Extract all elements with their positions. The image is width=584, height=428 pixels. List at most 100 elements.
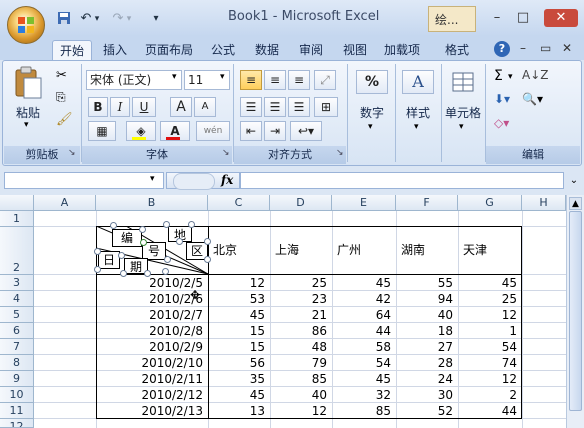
value-cell[interactable]: 13 (210, 403, 268, 419)
cut-icon[interactable]: ✂ (56, 68, 67, 83)
redo-dropdown-icon[interactable]: ▾ (124, 11, 134, 27)
minimize-button[interactable]: – (486, 9, 508, 27)
value-cell[interactable]: 30 (398, 387, 456, 403)
workbook-close-button[interactable]: ✕ (562, 41, 576, 55)
value-cell[interactable]: 15 (210, 339, 268, 355)
value-cell[interactable]: 28 (398, 355, 456, 371)
tab-view[interactable]: 视图 (338, 40, 372, 60)
value-cell[interactable]: 2 (460, 387, 520, 403)
formula-input[interactable] (240, 172, 564, 189)
selection-handle[interactable] (204, 256, 211, 263)
close-button[interactable]: ✕ (544, 9, 578, 27)
borders-button[interactable]: ▦ (88, 121, 116, 141)
find-select-icon[interactable]: 🔍▾ (522, 92, 543, 106)
top-align-button[interactable]: ≡ (240, 70, 262, 90)
selection-handle[interactable] (204, 238, 211, 245)
column-header-g[interactable]: G (458, 195, 522, 211)
center-button[interactable]: ☰ (264, 97, 286, 117)
underline-button[interactable]: U (132, 97, 156, 117)
value-cell[interactable]: 85 (272, 371, 330, 387)
merge-center-button[interactable]: ⊞ (314, 97, 338, 117)
date-cell[interactable]: 2010/2/11 (98, 371, 206, 387)
wrap-text-button[interactable]: ↩▾ (290, 121, 322, 141)
number-label[interactable]: 数字 (352, 104, 392, 121)
value-cell[interactable]: 12 (210, 275, 268, 291)
tab-add-ins[interactable]: 加载项 (378, 40, 426, 60)
paste-label[interactable]: 粘贴 (10, 104, 46, 121)
middle-align-button[interactable]: ≡ (264, 70, 286, 90)
autosum-icon[interactable]: Σ (494, 68, 503, 84)
phonetic-guide-button[interactable]: wén (196, 121, 230, 141)
tab-review[interactable]: 审阅 (294, 40, 328, 60)
header-cell-shanghai[interactable]: 上海 (272, 242, 302, 258)
tab-format[interactable]: 格式 (440, 40, 474, 60)
tab-formulas[interactable]: 公式 (206, 40, 240, 60)
selection-handle[interactable] (94, 248, 101, 255)
cells-dropdown-icon[interactable]: ▾ (459, 122, 464, 132)
value-cell[interactable]: 12 (460, 307, 520, 323)
font-name-select[interactable]: 宋体 (正文) (86, 70, 182, 90)
selection-handle[interactable] (162, 268, 169, 275)
office-button[interactable] (7, 6, 45, 44)
tab-data[interactable]: 数据 (250, 40, 284, 60)
scroll-up-arrow-icon[interactable]: ▲ (569, 197, 582, 210)
value-cell[interactable]: 15 (210, 323, 268, 339)
value-cell[interactable]: 64 (334, 307, 394, 323)
decrease-indent-button[interactable]: ⇤ (240, 121, 262, 141)
help-icon[interactable]: ? (494, 41, 510, 57)
value-cell[interactable]: 21 (272, 307, 330, 323)
header-cell-guangzhou[interactable]: 广州 (334, 242, 364, 258)
styles-icon[interactable]: A (402, 70, 434, 94)
increase-indent-button[interactable]: ⇥ (264, 121, 286, 141)
value-cell[interactable]: 86 (272, 323, 330, 339)
row-header-6[interactable]: 6 (0, 323, 34, 339)
value-cell[interactable]: 12 (460, 371, 520, 387)
value-cell[interactable]: 53 (210, 291, 268, 307)
value-cell[interactable]: 45 (334, 371, 394, 387)
header-cell-tianjin[interactable]: 天津 (460, 242, 490, 258)
date-cell[interactable]: 2010/2/10 (98, 355, 206, 371)
save-icon[interactable] (56, 11, 72, 27)
selection-handle[interactable] (94, 266, 101, 273)
alignment-launcher-icon[interactable]: ↘ (336, 148, 344, 158)
font-size-dropdown-icon[interactable]: ▾ (220, 72, 225, 82)
undo-dropdown-icon[interactable]: ▾ (92, 11, 102, 27)
column-header-c[interactable]: C (208, 195, 270, 211)
value-cell[interactable]: 85 (334, 403, 394, 419)
value-cell[interactable]: 25 (272, 275, 330, 291)
value-cell[interactable]: 25 (460, 291, 520, 307)
value-cell[interactable]: 32 (334, 387, 394, 403)
value-cell[interactable]: 40 (272, 387, 330, 403)
column-header-d[interactable]: D (270, 195, 332, 211)
row-header-4[interactable]: 4 (0, 291, 34, 307)
column-header-a[interactable]: A (34, 195, 96, 211)
bold-button[interactable]: B (88, 97, 108, 117)
value-cell[interactable]: 45 (460, 275, 520, 291)
number-format-icon[interactable]: % (356, 70, 388, 94)
value-cell[interactable]: 58 (334, 339, 394, 355)
selection-handle[interactable] (110, 222, 117, 229)
value-cell[interactable]: 27 (398, 339, 456, 355)
value-cell[interactable]: 44 (334, 323, 394, 339)
number-dropdown-icon[interactable]: ▾ (368, 122, 373, 132)
header-cell-hunan[interactable]: 湖南 (398, 242, 428, 258)
value-cell[interactable]: 45 (210, 387, 268, 403)
textbox-ri[interactable]: 日 (98, 251, 120, 269)
format-painter-icon[interactable]: 🖌 (56, 112, 73, 127)
selection-handle[interactable] (139, 226, 146, 233)
value-cell[interactable]: 54 (460, 339, 520, 355)
value-cell[interactable]: 54 (334, 355, 394, 371)
tab-home[interactable]: 开始 (52, 40, 92, 61)
styles-label[interactable]: 样式 (398, 104, 438, 121)
grow-font-button[interactable]: A (170, 97, 192, 117)
insert-function-icon[interactable]: fx (221, 173, 233, 187)
column-header-e[interactable]: E (332, 195, 396, 211)
value-cell[interactable]: 55 (398, 275, 456, 291)
row-header-3[interactable]: 3 (0, 275, 34, 291)
workbook-minimize-button[interactable]: – (520, 41, 534, 55)
select-all-corner[interactable] (0, 195, 34, 211)
drawing-tools-context-tab[interactable]: 绘... (428, 6, 476, 32)
paste-icon[interactable] (12, 66, 44, 100)
paste-dropdown-icon[interactable]: ▾ (24, 120, 29, 130)
value-cell[interactable]: 40 (398, 307, 456, 323)
